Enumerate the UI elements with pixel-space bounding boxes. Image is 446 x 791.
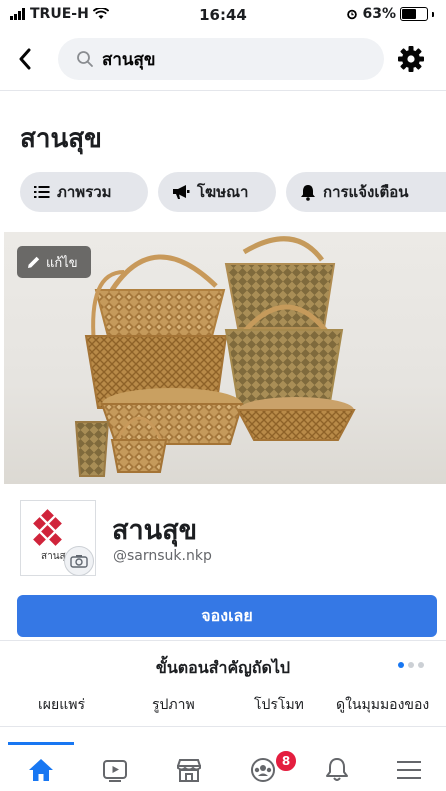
status-bar: TRUE-H 16:44 63% <box>0 0 446 28</box>
bottom-nav <box>0 742 446 791</box>
home-icon <box>29 759 53 781</box>
back-button[interactable] <box>18 42 44 76</box>
bell-icon <box>301 184 315 201</box>
search-query: สานสุข <box>102 49 156 70</box>
logo-text: สานสุ <box>41 551 66 562</box>
tab-ads[interactable]: โฆษณา <box>158 172 276 212</box>
gear-icon <box>398 46 424 72</box>
edit-label: แก้ไข <box>46 255 78 271</box>
battery-icon <box>400 7 428 21</box>
edit-cover-button[interactable]: แก้ไข <box>17 246 91 278</box>
battery-percent: 63% <box>362 6 396 22</box>
chip-label: ภาพรวม <box>57 183 112 201</box>
chip-label: การแจ้งเตือน <box>323 183 409 201</box>
watch-icon <box>103 760 127 782</box>
next-steps-title: ขั้นตอนสำคัญถัดไป <box>155 658 291 677</box>
nav-home[interactable] <box>19 752 63 788</box>
chevron-left-icon <box>19 48 31 70</box>
change-photo-button[interactable] <box>64 546 94 576</box>
divider <box>0 640 446 641</box>
marketplace-icon <box>177 759 201 782</box>
divider <box>0 90 446 91</box>
alarm-icon <box>347 9 358 20</box>
tab-notifications[interactable]: การแจ้งเตือน <box>286 172 446 212</box>
step-photos[interactable]: รูปภาพ <box>152 694 195 716</box>
step-view-as[interactable]: ดูในมุมมองของ <box>336 694 429 716</box>
tab-overview[interactable]: ภาพรวม <box>20 172 148 212</box>
groups-badge: 8 <box>274 749 298 773</box>
page-name: สานสุข <box>112 515 198 546</box>
search-icon <box>76 50 94 68</box>
settings-button[interactable] <box>396 44 426 74</box>
step-promote[interactable]: โปรโมท <box>254 694 304 716</box>
nav-notifications[interactable] <box>315 752 359 788</box>
active-tab-indicator <box>8 742 74 745</box>
pencil-icon <box>28 256 40 268</box>
list-icon <box>34 186 50 198</box>
step-publish[interactable]: เผยแพร่ <box>38 694 85 716</box>
carousel-dots <box>398 662 424 668</box>
page-handle: @sarnsuk.nkp <box>113 548 212 564</box>
nav-marketplace[interactable] <box>167 752 211 788</box>
menu-icon <box>397 761 421 779</box>
notifications-icon <box>326 758 348 781</box>
battery-status: 63% <box>346 6 434 22</box>
search-input[interactable]: สานสุข <box>58 38 384 80</box>
megaphone-icon <box>173 185 190 199</box>
nav-watch[interactable] <box>93 752 137 788</box>
camera-icon <box>70 555 88 568</box>
page-title: สานสุข <box>20 124 102 154</box>
divider <box>0 726 446 727</box>
chip-label: โฆษณา <box>197 183 249 201</box>
nav-menu[interactable] <box>387 752 431 788</box>
book-now-button[interactable]: จองเลย <box>17 595 437 637</box>
